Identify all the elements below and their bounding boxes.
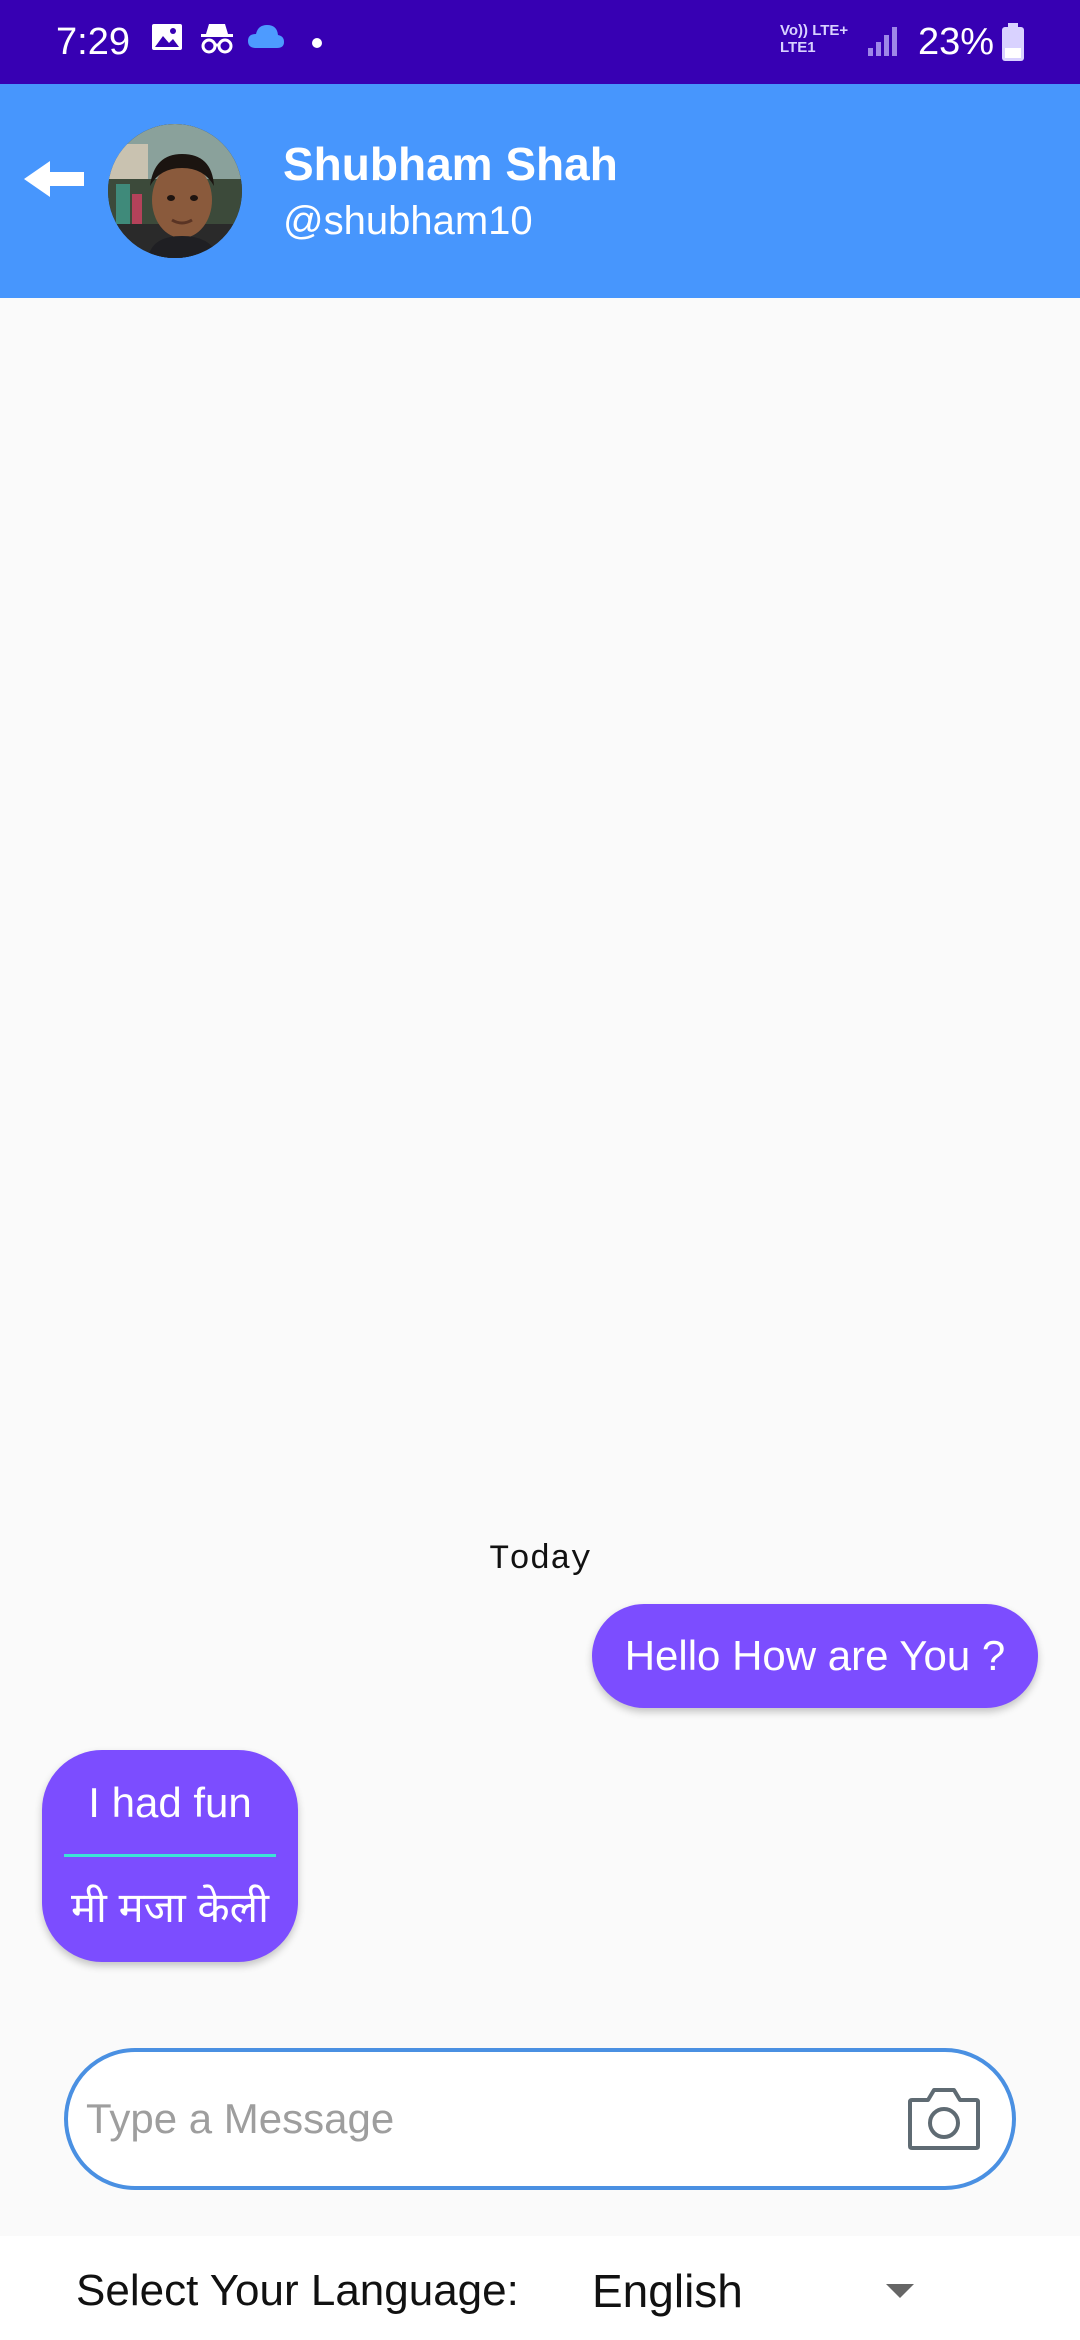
battery-icon bbox=[1000, 22, 1026, 67]
incoming-message[interactable]: I had fun मी मजा केली bbox=[42, 1750, 298, 1962]
back-arrow-icon bbox=[24, 161, 84, 197]
gallery-icon bbox=[150, 20, 184, 59]
camera-icon bbox=[908, 2088, 980, 2150]
avatar[interactable] bbox=[108, 124, 242, 258]
language-label: Select Your Language: bbox=[76, 2266, 519, 2315]
battery-percent: 23% bbox=[918, 21, 995, 63]
message-composer bbox=[64, 2048, 1016, 2190]
camera-button[interactable] bbox=[906, 2082, 982, 2154]
chat-header: Shubham Shah @shubham10 bbox=[0, 84, 1080, 298]
message-text: Hello How are You ? bbox=[624, 1632, 1006, 1679]
status-bar: 7:29 Vo)) LTE+ LTE1 23% bbox=[0, 0, 1080, 84]
network-label-top: Vo)) LTE+ bbox=[780, 22, 849, 39]
selected-language: English bbox=[592, 2265, 743, 2317]
chevron-down-icon bbox=[886, 2284, 914, 2298]
signal-icon bbox=[866, 24, 902, 63]
network-indicator: Vo)) LTE+ LTE1 bbox=[780, 22, 852, 62]
incognito-icon bbox=[198, 20, 236, 61]
cloud-icon bbox=[246, 20, 286, 59]
language-bar: Select Your Language: English bbox=[0, 2236, 1080, 2340]
message-translation: मी मजा केली bbox=[70, 1884, 270, 1931]
language-dropdown[interactable]: English bbox=[580, 2250, 940, 2330]
chat-screen: 7:29 Vo)) LTE+ LTE1 23% Shubham Shah @sh… bbox=[0, 0, 1080, 2340]
message-input[interactable] bbox=[86, 2082, 906, 2156]
network-label-bottom: LTE1 bbox=[780, 39, 816, 56]
translation-divider bbox=[64, 1854, 276, 1857]
message-text: I had fun bbox=[88, 1779, 252, 1826]
date-separator: Today bbox=[488, 1541, 592, 1579]
contact-name: Shubham Shah bbox=[283, 138, 618, 190]
outgoing-message[interactable]: Hello How are You ? bbox=[592, 1604, 1038, 1708]
notification-dot-icon bbox=[311, 36, 323, 54]
back-button[interactable] bbox=[22, 157, 90, 201]
contact-handle: @shubham10 bbox=[283, 199, 533, 243]
profile-photo bbox=[108, 124, 242, 258]
status-time: 7:29 bbox=[56, 21, 130, 63]
